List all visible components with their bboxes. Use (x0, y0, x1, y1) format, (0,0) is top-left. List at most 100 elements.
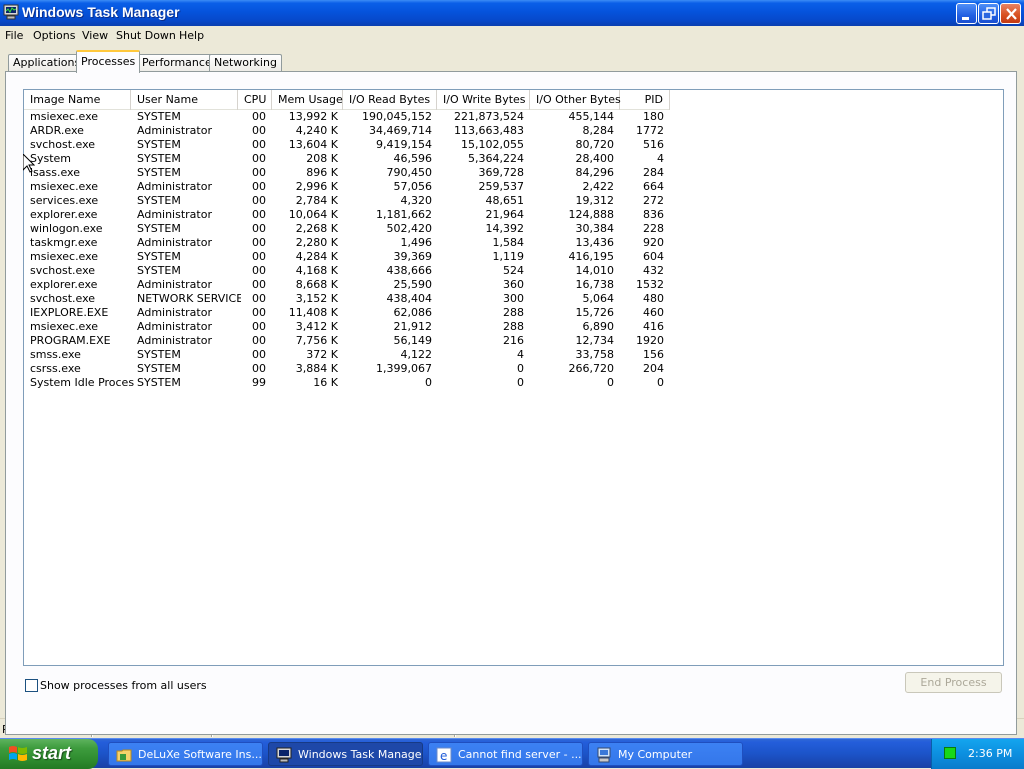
process-io-other: 14,010 (575, 264, 615, 277)
process-name: msiexec.exe (30, 250, 99, 263)
process-mem-usage: 2,268 K (295, 222, 338, 235)
table-row[interactable]: System SYSTEM 00 208 K 46,596 5,364,224 28,400… (24, 152, 1003, 166)
column-mem-usage[interactable]: Mem Usage (272, 90, 343, 110)
table-row[interactable]: svchost.exe SYSTEM 00 13,604 K 9,419,154 15,1… (24, 138, 1003, 152)
process-cpu: 00 (252, 222, 266, 235)
menu-bar: File Options View Shut Down Help (0, 26, 1024, 46)
table-row[interactable]: smss.exe SYSTEM 00 372 K 4,122 4 33,758 156 (24, 348, 1003, 362)
process-io-other: 12,734 (575, 334, 615, 347)
task-manager-icon (276, 747, 292, 763)
process-mem-usage: 2,280 K (295, 236, 338, 249)
process-pid: 0 (657, 376, 664, 389)
table-row[interactable]: services.exe SYSTEM 00 2,784 K 4,320 48,651 19… (24, 194, 1003, 208)
process-io-other: 30,384 (575, 222, 615, 235)
process-mem-usage: 3,152 K (295, 292, 338, 305)
process-pid: 204 (643, 362, 664, 375)
process-rows: msiexec.exe SYSTEM 00 13,992 K 190,045,152 22… (24, 110, 1003, 390)
process-io-other: 416,195 (568, 250, 615, 263)
table-row[interactable]: PROGRAM.EXE Administrator 00 7,756 K 56,149 2… (24, 334, 1003, 348)
table-row[interactable]: winlogon.exe SYSTEM 00 2,268 K 502,420 14,392… (24, 222, 1003, 236)
process-io-write: 216 (503, 334, 524, 347)
process-io-read: 0 (425, 376, 432, 389)
window-title: Windows Task Manager (22, 4, 180, 20)
tab-networking[interactable]: Networking (209, 54, 282, 72)
taskbar-item-my-computer[interactable]: My Computer (588, 742, 743, 766)
column-image-name[interactable]: Image Name (24, 90, 131, 110)
column-io-read-bytes[interactable]: I/O Read Bytes (343, 90, 437, 110)
process-name: IEXPLORE.EXE (30, 306, 109, 319)
process-io-other: 455,144 (568, 110, 615, 123)
end-process-button[interactable]: End Process (905, 672, 1002, 693)
table-row[interactable]: explorer.exe Administrator 00 8,668 K 25,590… (24, 278, 1003, 292)
table-row[interactable]: msiexec.exe SYSTEM 00 13,992 K 190,045,152 22… (24, 110, 1003, 124)
show-all-users-checkbox[interactable] (25, 679, 38, 692)
mouse-cursor-icon (22, 152, 36, 176)
column-io-write-bytes[interactable]: I/O Write Bytes (437, 90, 530, 110)
menu-shut-down[interactable]: Shut Down (116, 29, 176, 42)
table-row[interactable]: explorer.exe Administrator 00 10,064 K 1,181… (24, 208, 1003, 222)
table-row[interactable]: msiexec.exe Administrator 00 2,996 K 57,056 2… (24, 180, 1003, 194)
menu-help[interactable]: Help (179, 29, 204, 42)
table-row[interactable]: taskmgr.exe Administrator 00 2,280 K 1,496 1,… (24, 236, 1003, 250)
process-name: svchost.exe (30, 264, 96, 277)
column-io-other-bytes[interactable]: I/O Other Bytes (530, 90, 621, 110)
tab-applications[interactable]: Applications (8, 54, 86, 72)
tab-performance[interactable]: Performance (137, 54, 217, 72)
column-pid[interactable]: PID (620, 90, 670, 110)
menu-file[interactable]: File (5, 29, 23, 42)
process-io-write: 288 (503, 306, 524, 319)
process-user: SYSTEM (137, 264, 181, 277)
restore-button[interactable] (978, 3, 999, 24)
process-user: SYSTEM (137, 194, 181, 207)
tab-processes[interactable]: Processes (76, 50, 141, 73)
process-mem-usage: 10,064 K (288, 208, 338, 221)
tray-activity-icon[interactable] (944, 747, 956, 759)
process-cpu: 00 (252, 292, 266, 305)
menu-view[interactable]: View (82, 29, 108, 42)
process-io-write: 259,537 (478, 180, 525, 193)
process-io-read: 34,469,714 (369, 124, 432, 137)
start-button[interactable]: start (0, 739, 98, 769)
minimize-button[interactable] (956, 3, 977, 24)
clock[interactable]: 2:36 PM (968, 747, 1012, 760)
menu-options[interactable]: Options (33, 29, 75, 42)
table-row[interactable]: IEXPLORE.EXE Administrator 00 11,408 K 62,08… (24, 306, 1003, 320)
process-io-other: 13,436 (575, 236, 615, 249)
process-mem-usage: 11,408 K (288, 306, 338, 319)
table-row[interactable]: System Idle Process SYSTEM 99 16 K 0 0 0 0 (24, 376, 1003, 390)
taskbar-item-internet-explorer[interactable]: e Cannot find server - ... (428, 742, 583, 766)
process-io-write: 1,119 (492, 250, 525, 263)
process-io-read: 25,590 (393, 278, 433, 291)
title-bar[interactable]: Windows Task Manager (0, 0, 1024, 26)
column-cpu[interactable]: CPU (238, 90, 272, 110)
process-user: SYSTEM (137, 376, 181, 389)
table-row[interactable]: msiexec.exe Administrator 00 3,412 K 21,912 2… (24, 320, 1003, 334)
process-mem-usage: 13,604 K (288, 138, 338, 151)
table-row[interactable]: csrss.exe SYSTEM 00 3,884 K 1,399,067 0 266,72… (24, 362, 1003, 376)
process-cpu: 00 (252, 348, 266, 361)
process-name: msiexec.exe (30, 110, 99, 123)
table-row[interactable]: svchost.exe SYSTEM 00 4,168 K 438,666 524 14,0… (24, 264, 1003, 278)
show-all-users-label[interactable]: Show processes from all users (40, 679, 207, 692)
taskbar-item-task-manager[interactable]: Windows Task Manager (268, 742, 423, 766)
table-row[interactable]: msiexec.exe SYSTEM 00 4,284 K 39,369 1,119 416… (24, 250, 1003, 264)
process-mem-usage: 4,284 K (295, 250, 338, 263)
taskbar: start DeLuXe Software Ins... Windows Tas… (0, 738, 1024, 769)
process-io-read: 790,450 (386, 166, 433, 179)
table-row[interactable]: lsass.exe SYSTEM 00 896 K 790,450 369,728 84,2… (24, 166, 1003, 180)
process-io-other: 2,422 (582, 180, 615, 193)
close-button[interactable] (1000, 3, 1021, 24)
process-io-other: 80,720 (575, 138, 615, 151)
process-user: Administrator (137, 306, 212, 319)
process-io-write: 5,364,224 (468, 152, 524, 165)
taskbar-item-deluxe-software[interactable]: DeLuXe Software Ins... (108, 742, 263, 766)
process-io-write: 288 (503, 320, 524, 333)
process-pid: 836 (643, 208, 664, 221)
process-list[interactable]: Image Name User Name CPU Mem Usage I/O R… (23, 89, 1004, 666)
table-row[interactable]: ARDR.exe Administrator 00 4,240 K 34,469,714… (24, 124, 1003, 138)
process-io-other: 0 (607, 376, 614, 389)
process-io-write: 1,584 (492, 236, 525, 249)
table-row[interactable]: svchost.exe NETWORK SERVICE 00 3,152 K 438,4… (24, 292, 1003, 306)
process-cpu: 00 (252, 362, 266, 375)
column-user-name[interactable]: User Name (131, 90, 238, 110)
